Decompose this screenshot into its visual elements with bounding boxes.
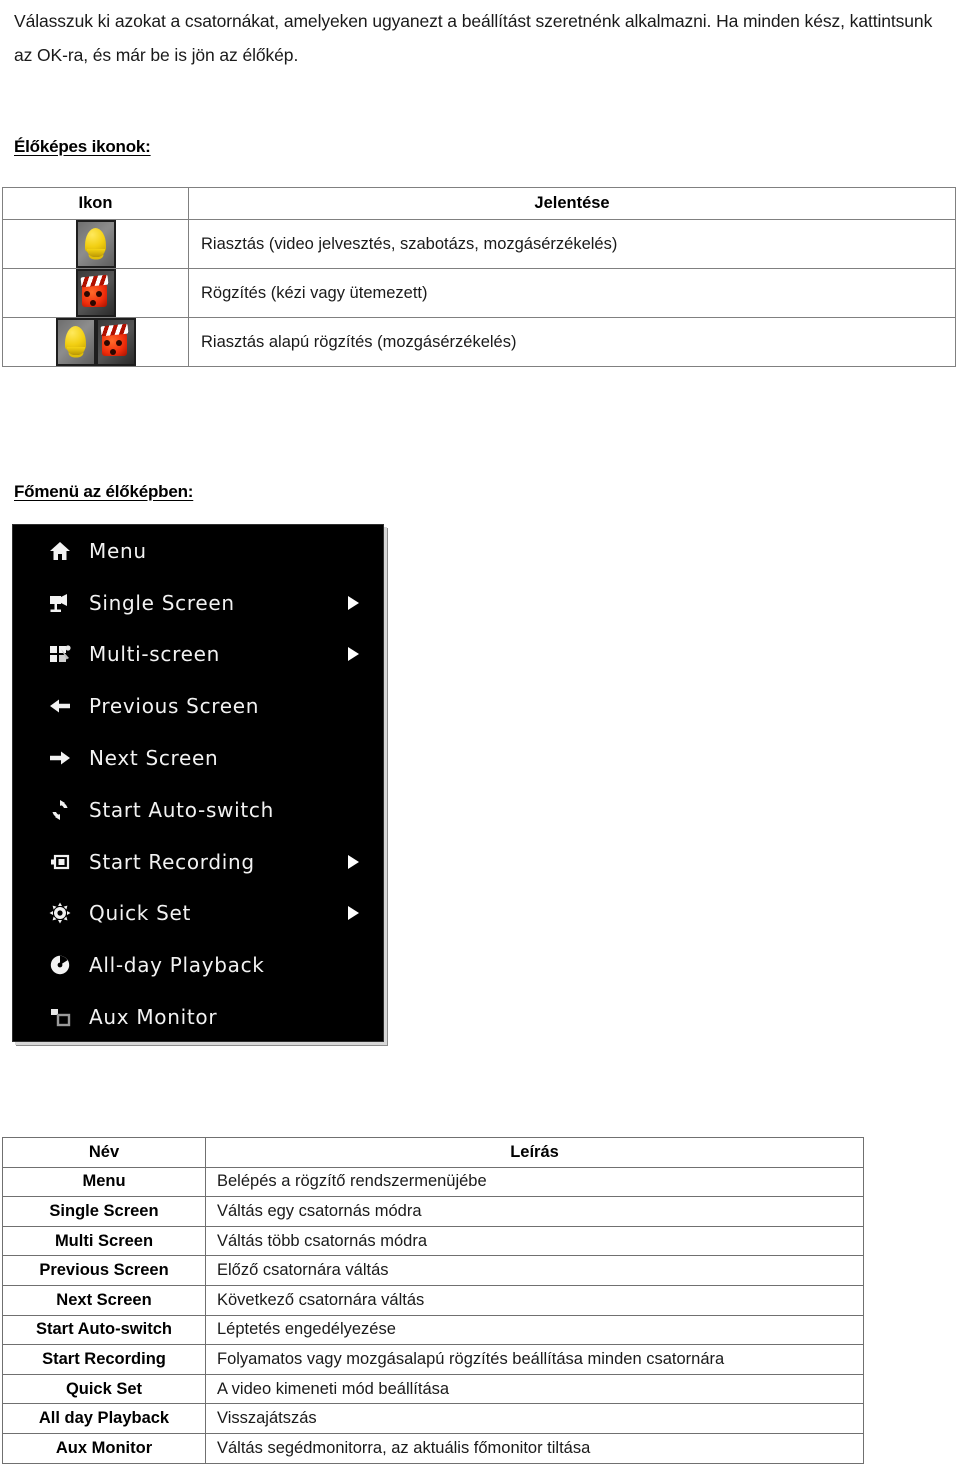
dvr-menu-item-single-screen[interactable]: Single Screen — [13, 577, 383, 629]
menu-name-cell: Quick Set — [2, 1373, 206, 1405]
menu-description-cell: Váltás több csatornás módra — [205, 1225, 864, 1257]
recording-clapper-icon — [75, 269, 116, 317]
table-header-row: Név Leírás — [2, 1137, 864, 1168]
table-row: Rögzítés (kézi vagy ütemezett) — [2, 268, 956, 318]
dvr-menu-item-multi-screen[interactable]: Multi-screen — [13, 629, 383, 681]
icon-cell — [2, 268, 189, 318]
dvr-menu-label: Single Screen — [89, 590, 235, 615]
submenu-arrow-icon — [348, 595, 359, 610]
home-icon — [43, 537, 77, 565]
column-header-name: Név — [2, 1137, 206, 1168]
dvr-menu-label: Next Screen — [89, 746, 219, 771]
table-header-row: Ikon Jelentése — [2, 187, 956, 220]
table-row: Quick Set A video kimeneti mód beállítás… — [2, 1373, 864, 1405]
table-row: Start Recording Folyamatos vagy mozgásal… — [2, 1344, 864, 1375]
gear-icon — [43, 899, 77, 927]
dvr-menu-item-start-auto-switch[interactable]: Start Auto-switch — [13, 784, 383, 836]
dvr-menu-label: Quick Set — [89, 901, 192, 926]
submenu-arrow-icon — [348, 647, 359, 662]
dvr-menu-item-previous-screen[interactable]: Previous Screen — [13, 680, 383, 732]
page-heading-main-menu: Főmenü az élőképben: — [14, 482, 194, 501]
menu-name-cell: Previous Screen — [2, 1255, 206, 1286]
dvr-menu-label: Aux Monitor — [89, 1005, 218, 1030]
alarm-bell-and-recording-clapper-icon — [55, 318, 136, 366]
menu-name-cell: Multi Screen — [2, 1225, 206, 1257]
table-row: Next Screen Következő csatornára váltás — [2, 1284, 864, 1316]
menu-description-cell: Váltás egy csatornás módra — [205, 1196, 864, 1227]
table-row: Previous Screen Előző csatornára váltás — [2, 1255, 864, 1286]
live-icons-table: Ikon Jelentése Riasztás (video jelveszté… — [2, 187, 956, 367]
menu-name-cell: Next Screen — [2, 1284, 206, 1316]
camcorder-icon — [43, 848, 77, 876]
table-row: All day Playback Visszajátszás — [2, 1403, 864, 1434]
icon-cell — [2, 219, 189, 269]
camera-icon — [43, 589, 77, 617]
menu-name-cell: Single Screen — [2, 1196, 206, 1227]
dvr-menu-label: Menu — [89, 538, 147, 563]
menu-description-cell: Folyamatos vagy mozgásalapú rögzítés beá… — [205, 1344, 864, 1375]
menu-description-cell: Váltás segédmonitorra, az aktuális főmon… — [205, 1432, 864, 1464]
menu-description-cell: Léptetés engedélyezése — [205, 1314, 864, 1346]
menu-name-cell: Menu — [2, 1166, 206, 1198]
menu-description-cell: A video kimeneti mód beállítása — [205, 1373, 864, 1405]
table-row: Single Screen Váltás egy csatornás módra — [2, 1196, 864, 1227]
dvr-menu-item-next-screen[interactable]: Next Screen — [13, 732, 383, 784]
table-row: Aux Monitor Váltás segédmonitorra, az ak… — [2, 1432, 864, 1464]
submenu-arrow-icon — [348, 906, 359, 921]
intro-paragraph: Válasszuk ki azokat a csatornákat, amely… — [14, 11, 933, 65]
menu-name-cell: All day Playback — [2, 1403, 206, 1434]
icon-meaning: Riasztás (video jelvesztés, szabotázs, m… — [188, 219, 956, 269]
multiscreen-icon — [43, 640, 77, 668]
icon-meaning: Rögzítés (kézi vagy ütemezett) — [188, 268, 956, 318]
menu-description-table: Név Leírás Menu Belépés a rögzítő rendsz… — [2, 1137, 864, 1464]
aux-monitor-icon — [43, 1003, 77, 1031]
dvr-menu-label: Multi-screen — [89, 642, 220, 667]
playback-disc-icon — [43, 951, 77, 979]
dvr-menu-label: Start Recording — [89, 849, 255, 874]
dvr-menu-item-start-recording[interactable]: Start Recording — [13, 836, 383, 888]
dvr-menu-label: Start Auto-switch — [89, 797, 274, 822]
submenu-arrow-icon — [348, 854, 359, 869]
dvr-menu-label: All-day Playback — [89, 953, 265, 978]
dvr-menu-item-menu[interactable]: Menu — [13, 525, 383, 577]
menu-description-cell: Előző csatornára váltás — [205, 1255, 864, 1286]
column-header-description: Leírás — [205, 1137, 864, 1168]
alarm-bell-icon — [75, 220, 116, 268]
dvr-main-menu-panel: Menu Single Screen Multi-screen Previous… — [12, 524, 384, 1042]
menu-name-cell: Aux Monitor — [2, 1432, 206, 1464]
table-row: Start Auto-switch Léptetés engedélyezése — [2, 1314, 864, 1346]
menu-description-cell: Belépés a rögzítő rendszermenüjébe — [205, 1166, 864, 1198]
dvr-menu-item-aux-monitor[interactable]: Aux Monitor — [13, 991, 383, 1043]
arrow-left-icon — [43, 692, 77, 720]
table-row: Multi Screen Váltás több csatornás módra — [2, 1225, 864, 1257]
refresh-icon — [43, 796, 77, 824]
arrow-right-icon — [43, 744, 77, 772]
menu-name-cell: Start Auto-switch — [2, 1314, 206, 1346]
icon-meaning: Riasztás alapú rögzítés (mozgásérzékelés… — [188, 317, 956, 367]
dvr-menu-item-quick-set[interactable]: Quick Set — [13, 888, 383, 940]
menu-description-cell: Visszajátszás — [205, 1403, 864, 1434]
dvr-menu-label: Previous Screen — [89, 694, 260, 719]
table-row: Riasztás (video jelvesztés, szabotázs, m… — [2, 219, 956, 269]
table-row: Menu Belépés a rögzítő rendszermenüjébe — [2, 1166, 864, 1198]
menu-name-cell: Start Recording — [2, 1344, 206, 1375]
column-header-meaning: Jelentése — [188, 187, 956, 220]
table-row: Riasztás alapú rögzítés (mozgásérzékelés… — [2, 317, 956, 367]
page-heading-live-icons: Élőképes ikonok: — [14, 137, 151, 156]
icon-cell — [2, 317, 189, 367]
menu-description-cell: Következő csatornára váltás — [205, 1284, 864, 1316]
column-header-icon: Ikon — [2, 187, 189, 220]
dvr-menu-item-all-day-playback[interactable]: All-day Playback — [13, 939, 383, 991]
